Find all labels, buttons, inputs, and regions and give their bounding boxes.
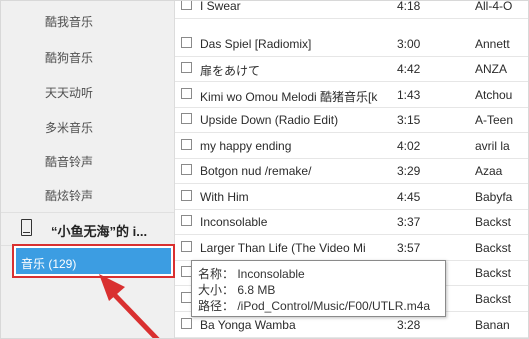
table-row[interactable]: 扉をあけて 4:42 ANZA — [175, 56, 528, 82]
row-checkbox[interactable] — [181, 37, 192, 48]
song-duration: 4:42 — [397, 62, 421, 76]
song-artist: avril la — [475, 139, 510, 153]
row-checkbox[interactable] — [181, 241, 192, 252]
song-artist: Annett — [475, 37, 510, 51]
sidebar-item-duomi[interactable]: 多米音乐 — [45, 119, 93, 136]
song-title: Larger Than Life (The Video Mi — [200, 241, 366, 255]
row-checkbox[interactable] — [181, 62, 192, 73]
song-artist: Backst — [475, 241, 512, 255]
song-artist: Atchou — [475, 88, 513, 102]
song-duration: 3:00 — [397, 37, 421, 51]
device-name: “小鱼无海”的 i... — [51, 224, 148, 239]
device-row[interactable]: “小鱼无海”的 i... — [1, 212, 174, 246]
row-checkbox[interactable] — [181, 164, 192, 175]
table-row[interactable]: I Swear 4:18 All-4-O — [175, 0, 528, 19]
ipod-device-icon — [21, 219, 32, 236]
song-duration: 4:02 — [397, 139, 421, 153]
sidebar-item-kuxuan-ringtone[interactable]: 酷炫铃声 — [45, 187, 93, 204]
song-artist: A-Teen — [475, 113, 514, 127]
song-duration: 3:28 — [397, 318, 421, 332]
song-duration: 3:37 — [397, 215, 421, 229]
sidebar-item-music[interactable]: 音乐 (129) — [16, 248, 171, 274]
song-artist: ANZA — [475, 62, 508, 76]
song-title: Das Spiel [Radiomix] — [200, 37, 312, 51]
song-artist: Backst — [475, 266, 512, 280]
song-title: With Him — [200, 190, 249, 204]
song-title: Botgon nud /remake/ — [200, 164, 312, 178]
sidebar-item-kuyin-ringtone[interactable]: 酷音铃声 — [45, 153, 93, 170]
song-duration: 3:57 — [397, 241, 421, 255]
song-info-tooltip: 名称： Inconsolable 大小： 6.8 MB 路径： /iPod_Co… — [191, 260, 446, 317]
song-title: Upside Down (Radio Edit) — [200, 113, 339, 127]
row-checkbox[interactable] — [181, 215, 192, 226]
table-row[interactable]: my happy ending 4:02 avril la — [175, 133, 528, 159]
song-artist: Azaa — [475, 164, 503, 178]
song-artist: Banan — [475, 318, 510, 332]
tooltip-path: 路径： /iPod_Control/Music/F00/UTLR.m4a — [198, 299, 431, 313]
table-row[interactable]: Upside Down (Radio Edit) 3:15 A-Teen — [175, 107, 528, 133]
table-row[interactable]: Kimi wo Omou Melodi 酷猪音乐[k 1:43 Atchou — [175, 82, 528, 108]
sidebar-item-kugou[interactable]: 酷狗音乐 — [45, 49, 93, 66]
sidebar-item-tiantian[interactable]: 天天动听 — [45, 84, 93, 101]
song-duration: 1:43 — [397, 88, 421, 102]
row-checkbox[interactable] — [181, 88, 192, 99]
song-title: 扉をあけて — [200, 64, 261, 78]
sidebar-item-music-label: 音乐 (129) — [21, 257, 77, 271]
sidebar: 酷我音乐 酷狗音乐 天天动听 多米音乐 酷音铃声 酷炫铃声 “小鱼无海”的 i.… — [1, 1, 175, 338]
song-duration: 3:29 — [397, 164, 421, 178]
song-duration: 3:15 — [397, 113, 421, 127]
tooltip-size: 大小： 6.8 MB — [198, 283, 276, 297]
row-checkbox[interactable] — [181, 139, 192, 150]
tooltip-name: 名称： Inconsolable — [198, 267, 305, 281]
table-row[interactable]: Larger Than Life (The Video Mi 3:57 Back… — [175, 235, 528, 261]
row-checkbox[interactable] — [181, 113, 192, 124]
song-artist: All-4-O — [475, 0, 513, 13]
row-checkbox[interactable] — [181, 318, 192, 329]
app-window: 酷我音乐 酷狗音乐 天天动听 多米音乐 酷音铃声 酷炫铃声 “小鱼无海”的 i.… — [0, 0, 529, 339]
table-row[interactable]: With Him 4:45 Babyfa — [175, 184, 528, 210]
song-title: I Swear — [200, 0, 241, 13]
song-title: my happy ending — [200, 139, 292, 153]
row-checkbox[interactable] — [181, 190, 192, 201]
row-checkbox[interactable] — [181, 1, 192, 10]
song-duration: 4:45 — [397, 190, 421, 204]
table-row[interactable]: Das Spiel [Radiomix] 3:00 Annett — [175, 31, 528, 57]
song-title: Inconsolable — [200, 215, 268, 229]
song-artist: Babyfa — [475, 190, 513, 204]
table-row[interactable]: Botgon nud /remake/ 3:29 Azaa — [175, 158, 528, 184]
song-duration: 4:18 — [397, 0, 421, 13]
sidebar-item-kuwo[interactable]: 酷我音乐 — [45, 13, 93, 30]
music-highlight-box: 音乐 (129) — [12, 244, 175, 278]
song-artist: Backst — [475, 292, 512, 306]
table-row[interactable]: Inconsolable 3:37 Backst — [175, 209, 528, 235]
song-artist: Backst — [475, 215, 512, 229]
song-title: Ba Yonga Wamba — [200, 318, 296, 332]
song-title: Kimi wo Omou Melodi 酷猪音乐[k — [200, 90, 378, 104]
